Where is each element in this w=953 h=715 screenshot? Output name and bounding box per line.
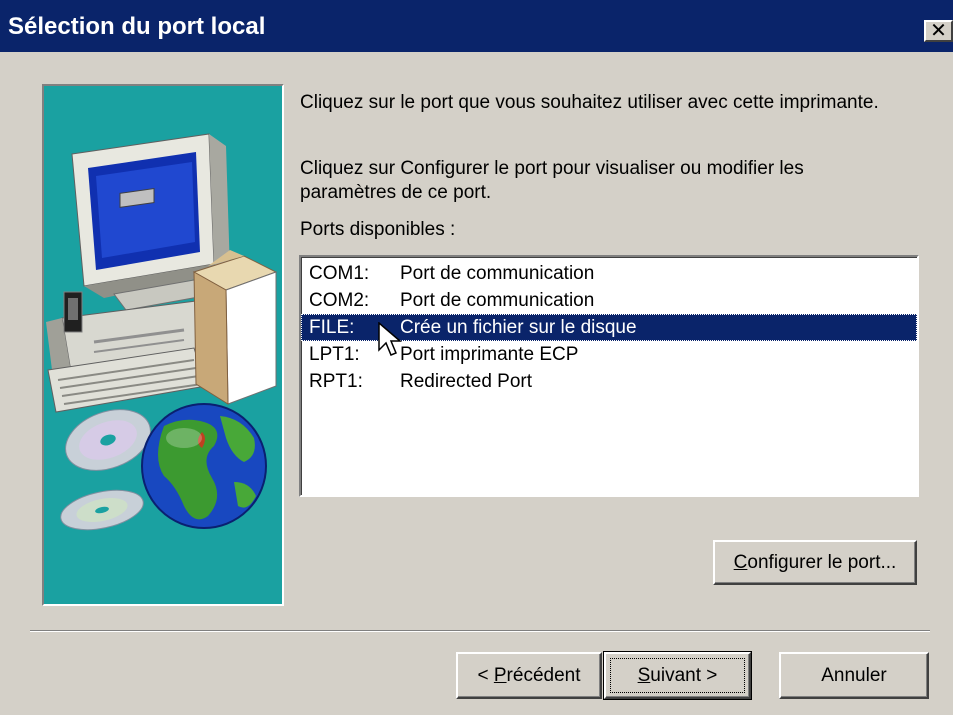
dialog-window: Sélection du port local ✕ Cliquez sur le…	[0, 0, 953, 715]
close-button[interactable]: ✕	[924, 20, 953, 42]
title-bar[interactable]: Sélection du port local ✕	[0, 0, 953, 52]
port-description: Port de communication	[400, 290, 595, 311]
port-name: COM2:	[309, 290, 370, 311]
ports-list-label: Ports disponibles :	[300, 219, 456, 240]
wizard-illustration	[42, 84, 284, 606]
back-button[interactable]: < Précédent	[456, 652, 602, 699]
configure-port-button[interactable]: Configurer le port...	[713, 540, 917, 585]
port-name: LPT1:	[309, 344, 360, 365]
button-label: uivant >	[650, 665, 718, 686]
close-icon: ✕	[930, 18, 947, 42]
accelerator-key: S	[637, 665, 651, 686]
computer-printer-globe-illustration	[46, 133, 278, 531]
list-item-file[interactable]: FILE: Crée un fichier sur le disque	[301, 314, 917, 341]
separator-line	[30, 630, 930, 632]
port-name: COM1:	[309, 263, 370, 284]
list-item-lpt1[interactable]: LPT1: Port imprimante ECP	[301, 341, 917, 368]
accelerator-key: P	[493, 665, 507, 686]
list-item-rpt1[interactable]: RPT1: Redirected Port	[301, 368, 917, 395]
port-description: Crée un fichier sur le disque	[400, 317, 637, 338]
port-description: Redirected Port	[400, 371, 533, 392]
port-description: Port imprimante ECP	[400, 344, 579, 365]
ports-listbox[interactable]: COM1: Port de communication COM2: Port d…	[299, 255, 919, 497]
accelerator-key: C	[733, 552, 748, 573]
list-item-com1[interactable]: COM1: Port de communication	[301, 260, 917, 287]
window-title: Sélection du port local	[8, 13, 266, 40]
port-description: Port de communication	[400, 263, 595, 284]
button-label-prefix: <	[477, 665, 494, 686]
port-name: FILE:	[309, 317, 355, 338]
instruction-configure-port: Cliquez sur Configurer le port pour visu…	[300, 158, 804, 203]
button-label: récédent	[506, 665, 581, 686]
instruction-select-port: Cliquez sur le port que vous souhaitez u…	[300, 92, 879, 113]
button-label: onfigurer le port...	[747, 552, 897, 573]
port-name: RPT1:	[309, 371, 363, 392]
cancel-button[interactable]: Annuler	[779, 652, 929, 699]
next-button[interactable]: Suivant >	[603, 651, 752, 700]
list-item-com2[interactable]: COM2: Port de communication	[301, 287, 917, 314]
